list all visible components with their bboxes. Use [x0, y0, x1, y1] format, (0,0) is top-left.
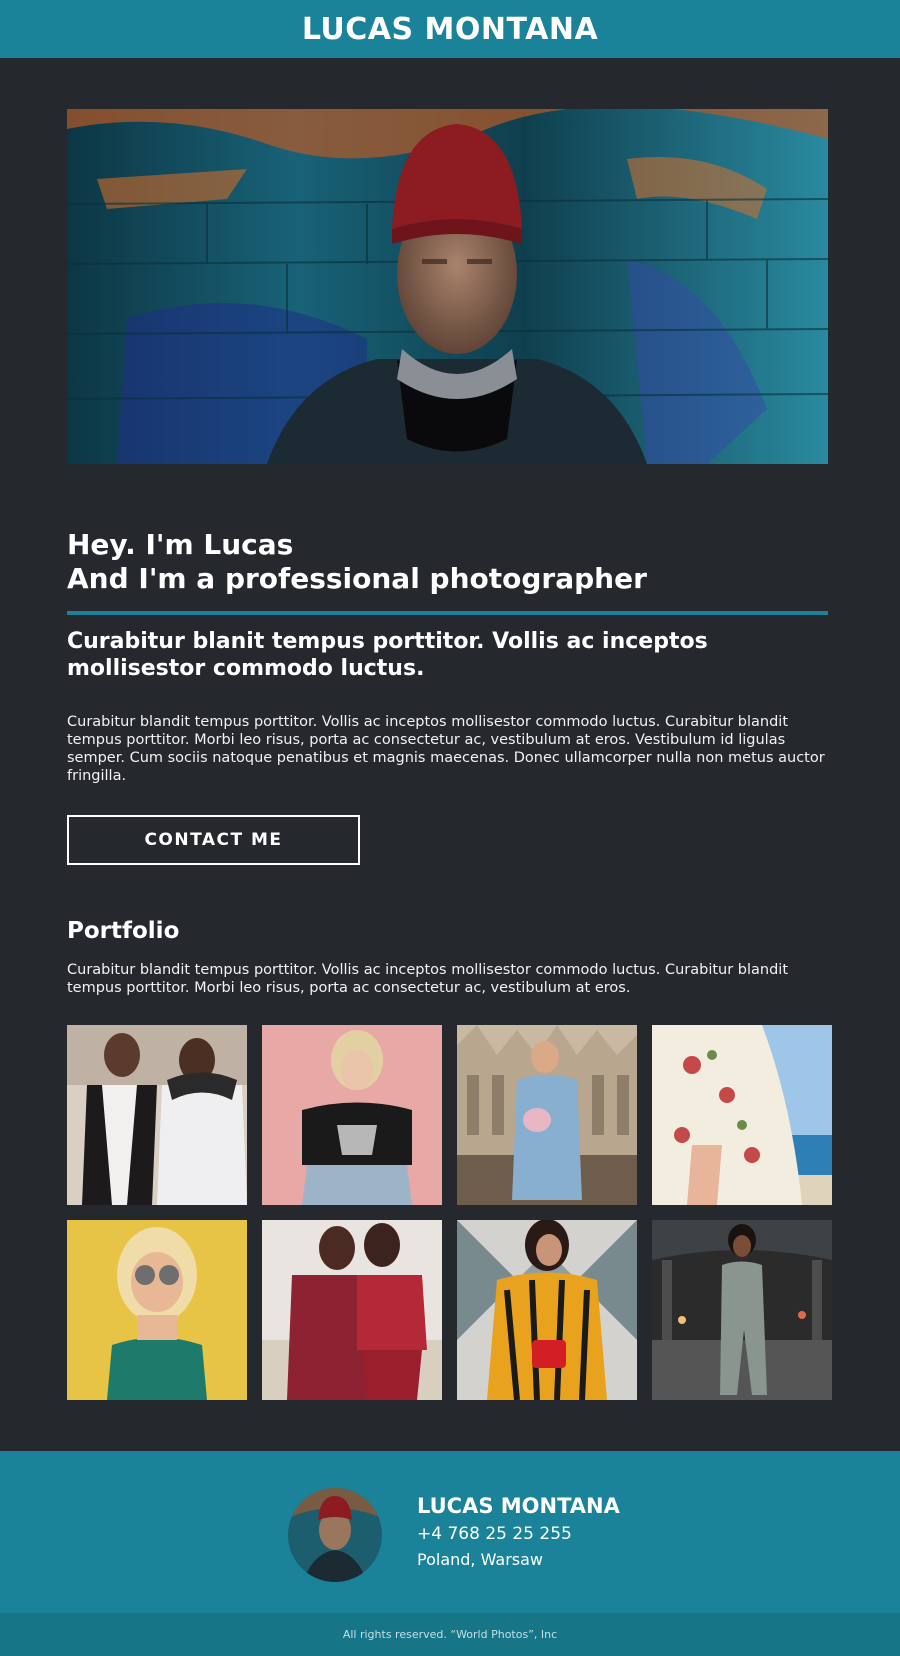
portfolio-paragraph: Curabitur blandit tempus porttitor. Voll… — [67, 962, 789, 996]
copyright-text: All rights reserved. “World Photos”, Inc — [342, 1628, 558, 1641]
copyright-bar: All rights reserved. “World Photos”, Inc — [0, 1613, 900, 1656]
portfolio-heading: Portfolio — [67, 918, 180, 944]
site-title: LUCAS MONTANA — [301, 11, 599, 47]
portfolio-photo-red-outfits[interactable] — [262, 1220, 442, 1400]
intro-heading: Hey. I'm Lucas And I'm a professional ph… — [67, 528, 837, 596]
intro-paragraph: Curabitur blandit tempus porttitor. Voll… — [67, 714, 825, 784]
portfolio-photo-cathedral-square[interactable] — [457, 1025, 637, 1205]
footer-phone[interactable]: +4 768 25 25 255 — [417, 1524, 572, 1544]
footer-name: LUCAS MONTANA — [417, 1494, 620, 1518]
portfolio-photo-pink-wall[interactable] — [262, 1025, 442, 1205]
intro-heading-line2: And I'm a professional photographer — [67, 562, 647, 595]
top-header: LUCAS MONTANA — [0, 0, 900, 58]
footer-location: Poland, Warsaw — [417, 1550, 543, 1569]
accent-divider — [67, 611, 828, 615]
contact-me-button[interactable]: CONTACT ME — [67, 815, 360, 865]
portfolio-grid — [67, 1025, 837, 1400]
portfolio-photo-night-tunnel[interactable] — [652, 1220, 832, 1400]
portfolio-photo-two-women-outfits[interactable] — [67, 1025, 247, 1205]
portfolio-photo-floral-dress-beach[interactable] — [652, 1025, 832, 1205]
avatar — [288, 1488, 382, 1582]
intro-heading-line1: Hey. I'm Lucas — [67, 528, 294, 561]
portfolio-photo-yellow-wall[interactable] — [67, 1220, 247, 1400]
hero-image — [67, 109, 828, 464]
portfolio-photo-striped-coat[interactable] — [457, 1220, 637, 1400]
intro-subheading: Curabitur blanit tempus porttitor. Volli… — [67, 629, 708, 681]
